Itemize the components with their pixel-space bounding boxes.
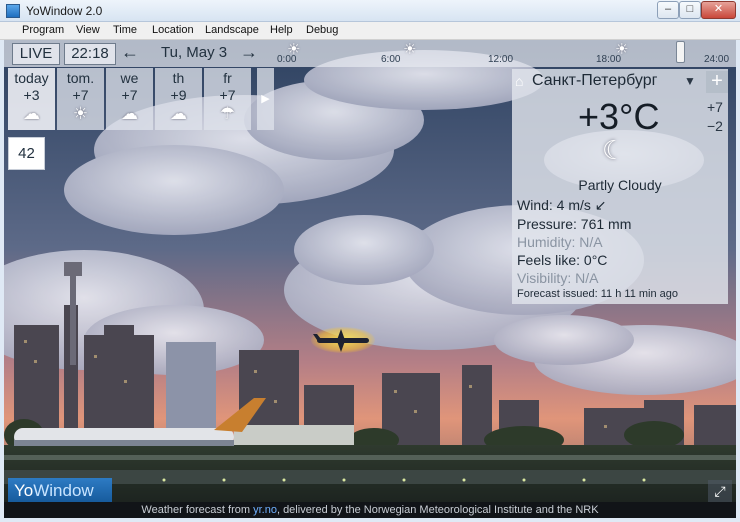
forecast-issued: Forecast issued: 11 h 11 min ago	[517, 288, 679, 300]
timeline-label: 18:00	[596, 54, 622, 65]
add-location-button[interactable]: +	[706, 71, 728, 93]
menu-help[interactable]: Help	[270, 24, 293, 36]
day-tile-tomorrow[interactable]: tom. +7 ☀	[57, 68, 104, 130]
current-date[interactable]: Tu, May 3	[161, 44, 227, 61]
logo-yo: Yo	[14, 481, 34, 500]
footer-prefix: Weather forecast from	[141, 504, 251, 516]
high-temperature: +7	[707, 99, 723, 115]
menu-landscape[interactable]: Landscape	[205, 24, 259, 36]
day-temp: +7	[121, 87, 138, 103]
prev-day-button[interactable]: ←	[121, 42, 139, 63]
terminal-building	[234, 425, 354, 445]
cloud-icon: ☁	[170, 104, 187, 123]
airplane-in-sky	[311, 327, 375, 353]
moon-cloud-icon: ☾	[602, 135, 626, 165]
day-temp: +9	[170, 87, 187, 103]
day-tile-today[interactable]: today +3 ☁	[8, 68, 55, 130]
title-bar: YoWindow 2.0 – □ ✕	[0, 0, 740, 22]
current-temperature: +3°C	[578, 96, 660, 137]
day-temp: +7	[219, 87, 236, 103]
yr-link[interactable]: yr.no	[253, 504, 277, 516]
menu-view[interactable]: View	[76, 24, 100, 36]
fullscreen-icon[interactable]: ⤢	[708, 480, 732, 502]
sun-icon: ☀	[72, 104, 89, 123]
chevron-down-icon[interactable]: ▼	[684, 74, 696, 88]
menu-time[interactable]: Time	[113, 24, 137, 36]
pressure-value: Pressure: 761 mm	[517, 216, 632, 232]
maximize-button[interactable]: □	[679, 1, 701, 19]
yowindow-logo[interactable]: YoWindow	[8, 478, 112, 503]
logo-window: Window	[33, 481, 94, 500]
day-name: today	[14, 70, 49, 86]
weather-details-panel: ⌂ Санкт-Петербург ▼ + +3°C +7 −2 ☾ Partl…	[512, 69, 728, 304]
feels-like-value: Feels like: 0°C	[517, 252, 608, 268]
time-bar: LIVE 22:18 ← Tu, May 3 → ☀ ☀ ☀ 0:00 6:00…	[4, 40, 736, 67]
rain-cloud-icon: ☂	[219, 104, 236, 123]
time-slider-handle[interactable]	[676, 41, 685, 63]
more-days-button[interactable]: ▶	[257, 68, 274, 130]
menu-bar: Program View Time Location Landscape Hel…	[0, 22, 740, 40]
footer-suffix: , delivered by the Norwegian Meteorologi…	[276, 504, 599, 516]
minimize-button[interactable]: –	[657, 1, 679, 19]
cloud-icon: ☁	[23, 104, 40, 123]
day-tile-fr[interactable]: fr +7 ☂	[204, 68, 251, 130]
sun-icon: ☀	[403, 41, 417, 58]
current-time[interactable]: 22:18	[64, 43, 116, 65]
menu-program[interactable]: Program	[22, 24, 64, 36]
menu-location[interactable]: Location	[152, 24, 194, 36]
day-tile-we[interactable]: we +7 ☁	[106, 68, 153, 130]
window-title: YoWindow 2.0	[26, 4, 103, 18]
humidity-value: Humidity: N/A	[517, 234, 603, 250]
menu-debug[interactable]: Debug	[306, 24, 338, 36]
frame-counter: 42	[8, 137, 45, 170]
day-name: fr	[223, 70, 232, 86]
app-icon	[6, 4, 20, 18]
close-button[interactable]: ✕	[701, 1, 736, 19]
visibility-value: Visibility: N/A	[517, 270, 599, 286]
wind-value: Wind: 4 m/s ↙	[517, 197, 607, 213]
cloud-icon: ☁	[121, 104, 138, 123]
timeline-label: 6:00	[381, 54, 401, 65]
day-temp: +3	[23, 87, 40, 103]
low-temperature: −2	[707, 118, 723, 134]
forecast-days: today +3 ☁ tom. +7 ☀ we +7 ☁ th +9 ☁ fr …	[8, 68, 274, 130]
day-name: we	[120, 70, 139, 86]
timeline-label: 0:00	[277, 54, 297, 65]
day-timeline[interactable]: ☀ ☀ ☀ 0:00 6:00 12:00 18:00 24:00	[274, 40, 734, 67]
timeline-label: 12:00	[488, 54, 514, 65]
day-temp: +7	[72, 87, 89, 103]
day-tile-th[interactable]: th +9 ☁	[155, 68, 202, 130]
location-name[interactable]: Санкт-Петербург	[532, 72, 657, 90]
weather-condition: Partly Cloudy	[578, 177, 662, 193]
attribution-bar: Weather forecast from yr.no, delivered b…	[4, 502, 736, 518]
home-icon[interactable]: ⌂	[515, 73, 523, 89]
timeline-label: 24:00	[704, 54, 730, 65]
day-name: tom.	[66, 70, 95, 86]
live-button[interactable]: LIVE	[12, 43, 60, 65]
airplane-icon	[313, 329, 369, 352]
next-day-button[interactable]: →	[240, 42, 258, 63]
day-name: th	[172, 70, 185, 86]
